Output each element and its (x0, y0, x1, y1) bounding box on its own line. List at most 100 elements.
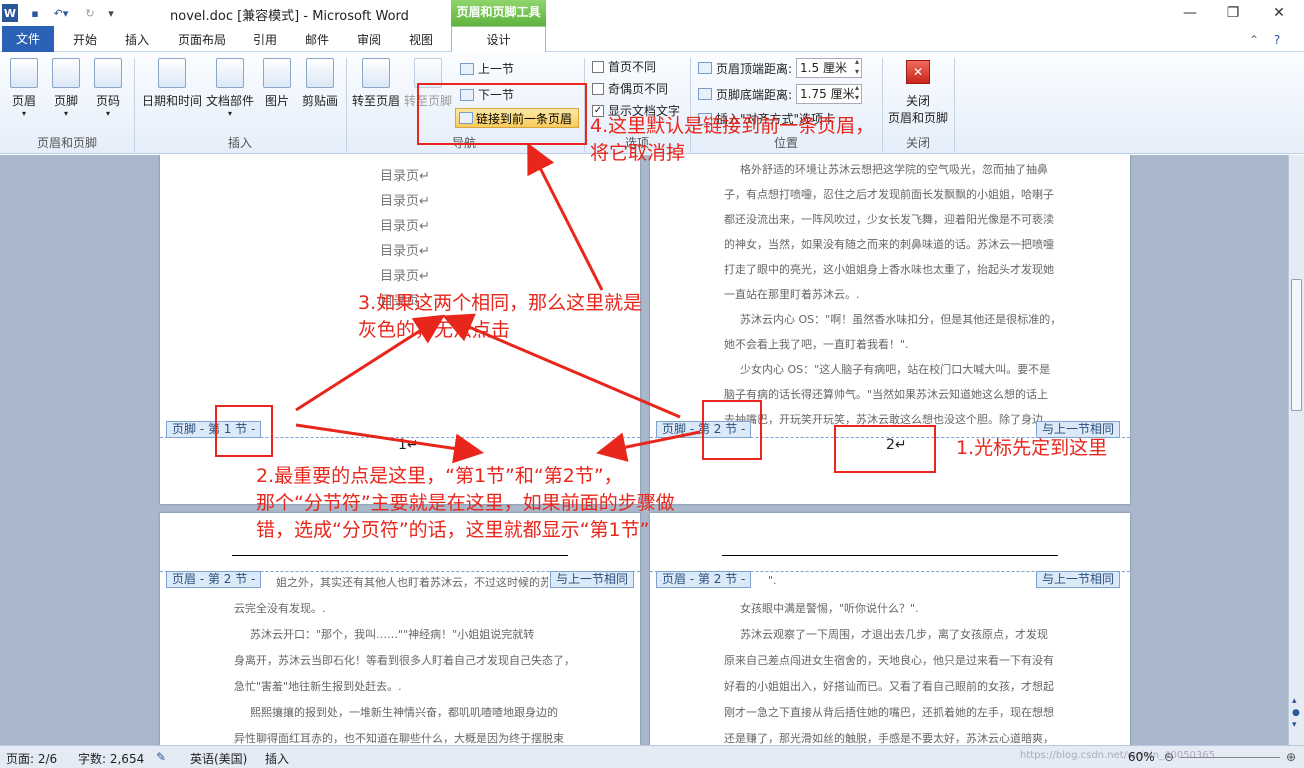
text-line: 刚才一急之下直接从背后捂住她的嘴巴，还抓着她的左手，现在想想 (724, 706, 1054, 719)
tab-references[interactable]: 引用 (244, 29, 286, 51)
save-icon[interactable]: ▪ (26, 4, 44, 22)
word-app-icon[interactable]: W (2, 4, 18, 22)
tab-mailings[interactable]: 邮件 (296, 29, 338, 51)
customize-qat-icon[interactable]: ▾ (104, 4, 118, 22)
header-distance-row: 页眉顶端距离: 1.5 厘米 (698, 57, 863, 78)
title-bar: W ▪ ↶▾ ↻ ▾ novel.doc [兼容模式] - Microsoft … (0, 0, 1304, 26)
annotation-box-page-number (834, 425, 936, 473)
annotation-2: 2.最重要的点是这里，“第1节”和“第2节”， 那个“分节符”主要就是在这里，如果… (256, 465, 675, 541)
tab-review[interactable]: 审阅 (348, 29, 390, 51)
header-footer-tools-header: 页眉和页脚工具 (451, 0, 546, 26)
prev-section-icon (460, 62, 474, 75)
diff-odd-even-checkbox[interactable]: 奇偶页不同 (592, 80, 668, 97)
header-rule (232, 555, 568, 556)
word-window: W ▪ ↶▾ ↻ ▾ novel.doc [兼容模式] - Microsoft … (0, 0, 1304, 768)
scrollbar-thumb[interactable] (1291, 279, 1302, 411)
tab-view[interactable]: 视图 (400, 29, 442, 51)
ribbon-minimize-icon[interactable]: ⌃ (1246, 29, 1262, 51)
diff-first-page-checkbox[interactable]: 首页不同 (592, 58, 656, 75)
text-line: 她不会看上我了吧，一直盯着我看！". (724, 338, 909, 351)
text-line: 女孩眼中满是警惕，"听你说什么？". (740, 602, 919, 615)
header-rule (722, 555, 1058, 556)
close-header-footer-button[interactable]: ✕ 关闭 页眉和页脚 (886, 60, 950, 126)
checkbox-icon (592, 82, 604, 95)
group-insert-label: 插入 (227, 136, 252, 150)
restore-icon[interactable]: ❐ (1218, 3, 1248, 23)
tab-insert[interactable]: 插入 (116, 29, 158, 51)
annotation-3: 3.如果这两个相同，那么这里就是 灰色的，无法点击 (358, 292, 643, 341)
status-bar: 页面: 2/6 字数: 2,654 ✎ 英语(美国) 插入 https://bl… (0, 745, 1304, 768)
close-window-icon[interactable]: ✕ (1264, 3, 1294, 23)
header-icon (10, 58, 38, 88)
footer-button[interactable]: 页脚 ▾ (48, 58, 84, 118)
header-distance-input[interactable]: 1.5 厘米 (796, 57, 863, 78)
zoom-slider[interactable] (1180, 757, 1280, 758)
page-number-button[interactable]: 页码 ▾ (90, 58, 126, 118)
goto-header-icon (362, 58, 390, 88)
picture-button[interactable]: 图片 (260, 58, 294, 109)
text-line: 姐之外，其实还有其他人也盯着苏沐云，不过这时候的苏 (276, 576, 548, 589)
text-line: 云完全没有发现。. (234, 602, 326, 615)
tab-design[interactable]: 设计 (451, 26, 546, 53)
page-number-icon (94, 58, 122, 88)
annotation-box-link-button (417, 83, 587, 145)
vertical-scrollbar[interactable]: ▴ ● ▾ (1288, 155, 1304, 745)
window-title: novel.doc [兼容模式] - Microsoft Word (170, 9, 409, 24)
page-number-1: 1↵ (398, 437, 419, 453)
same-as-previous-tag: 与上一节相同 (550, 571, 635, 588)
page-4[interactable]: 页眉 - 第 2 节 - 与上一节相同 ". 女孩眼中满是警惕，"听你说什么？"… (650, 513, 1130, 745)
undo-icon[interactable]: ↶▾ (50, 4, 72, 22)
clipart-button[interactable]: 剪贴画 (298, 58, 342, 109)
toc-line: 目录页↵ (380, 194, 430, 209)
redo-icon[interactable]: ↻ (82, 4, 98, 22)
prev-section-button[interactable]: 上一节 (460, 60, 514, 77)
toc-line: 目录页↵ (380, 269, 430, 284)
text-line: 还是赚了，那光滑如丝的触脱，手感是不要太好，苏沐云心道暗爽， (724, 732, 1054, 745)
header-distance-icon (698, 62, 712, 74)
picture-icon (263, 58, 291, 88)
close-red-icon: ✕ (906, 60, 930, 84)
status-zoom[interactable]: 60% (1128, 750, 1155, 764)
toc-line: 目录页↵ (380, 219, 430, 234)
page-3[interactable]: 页眉 - 第 2 节 - 与上一节相同 姐之外，其实还有其他人也盯着苏沐云，不过… (160, 513, 640, 745)
zoom-out-icon[interactable]: ⊖ (1164, 750, 1174, 764)
text-line: 一直站在那里盯着苏沐云。. (724, 288, 860, 301)
ribbon-tabs: 文件 开始 插入 页面布局 引用 邮件 审阅 视图 设计 ⌃ ? (0, 26, 1304, 53)
goto-header-button[interactable]: 转至页眉 (350, 58, 402, 109)
text-line: ". (768, 574, 777, 587)
tab-file[interactable]: 文件 (2, 26, 54, 52)
date-time-button[interactable]: 日期和时间 (140, 58, 204, 109)
watermark-text: https://blog.csdn.net/weixin_40050365 (1020, 750, 1216, 761)
text-line: 都还没流出来，一阵风吹过，少女长发飞舞，迎着阳光像是不可亵渎 (724, 213, 1054, 226)
text-line: 原来自己差点闯进女生宿舍的，天地良心，他只是过来看一下有没有 (724, 654, 1054, 667)
footer-distance-input[interactable]: 1.75 厘米 (796, 83, 863, 104)
annotation-4: 4.这里默认是链接到前一条页眉， 将它取消掉 (590, 115, 875, 164)
footer-distance-icon (698, 88, 712, 100)
tab-page-layout[interactable]: 页面布局 (170, 29, 234, 51)
status-language[interactable]: 英语(美国) (190, 750, 247, 767)
text-line: 苏沐云观察了一下周围，才退出去几步，离了女孩原点，才发现 (740, 628, 1048, 641)
group-close-label: 关闭 (905, 136, 930, 150)
toc-line: 目录页↵ (380, 169, 430, 184)
group-header-footer-label: 页眉和页脚 (36, 136, 97, 150)
text-line: 苏沐云内心 OS："啊！虽然香水味扣分，但是其他还是很标准的， (740, 313, 1062, 326)
calendar-icon (158, 58, 186, 88)
zoom-in-icon[interactable]: ⊕ (1286, 750, 1296, 764)
footer-distance-row: 页脚底端距离: 1.75 厘米 (698, 83, 863, 104)
header-button[interactable]: 页眉 ▾ (6, 58, 42, 118)
text-line: 身离开，苏沐云当即石化！等看到很多人盯着自己才发现自己失态了， (234, 654, 575, 667)
help-icon[interactable]: ? (1268, 29, 1286, 51)
minimize-icon[interactable]: — (1175, 3, 1205, 23)
tab-home[interactable]: 开始 (64, 29, 106, 51)
text-line: 急忙"害羞"地往新生报到处赶去。. (234, 680, 402, 693)
doc-parts-button[interactable]: 文档部件 ▾ (204, 58, 256, 118)
status-words[interactable]: 字数: 2,654 (78, 750, 144, 767)
browse-object-icons[interactable]: ▴ ● ▾ (1292, 695, 1300, 731)
clipart-icon (306, 58, 334, 88)
proofing-icon[interactable]: ✎ (156, 750, 166, 764)
status-insert-mode[interactable]: 插入 (265, 750, 289, 767)
text-line: 打走了眼中的亮光，这小姐姐身上香水味也太重了，抬起头才发现她 (724, 263, 1054, 276)
checkbox-icon (592, 60, 604, 73)
status-page[interactable]: 页面: 2/6 (6, 750, 57, 767)
text-line: 异性聊得面红耳赤的，也不知道在聊些什么，大概是因为终于摆脱束 (234, 732, 564, 745)
